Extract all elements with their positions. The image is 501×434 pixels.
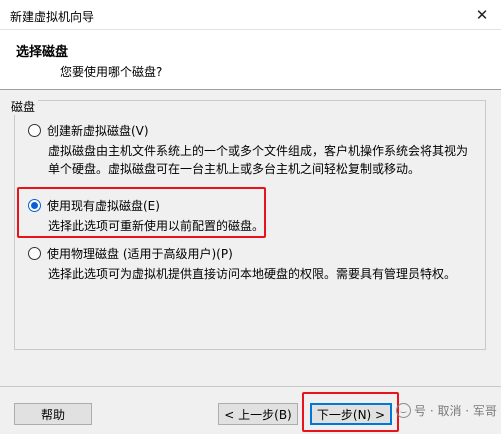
close-icon: ✕ xyxy=(475,6,489,24)
back-button[interactable]: < 上一步(B) xyxy=(218,403,298,425)
radio-use-existing-disk[interactable] xyxy=(28,199,41,212)
option-create-new-disk-desc: 虚拟磁盘由主机文件系统上的一个或多个文件组成，客户机操作系统会将其视为 单个硬盘… xyxy=(48,142,468,178)
desc-line: 选择此选项可为虚拟机提供直接访问本地硬盘的权限。需要具有管理员特权。 xyxy=(48,267,457,281)
option-physical-disk-desc: 选择此选项可为虚拟机提供直接访问本地硬盘的权限。需要具有管理员特权。 xyxy=(48,265,456,283)
next-button[interactable]: 下一步(N) > xyxy=(310,403,392,425)
footer-divider xyxy=(0,386,501,387)
watermark: 号 · 取消 · 军哥 xyxy=(396,402,497,419)
disk-group-label: 磁盘 xyxy=(8,98,39,115)
page-title: 选择磁盘 xyxy=(16,45,69,60)
radio-create-new-disk[interactable] xyxy=(28,124,41,137)
option-use-existing-disk[interactable]: 使用现有虚拟磁盘(E) xyxy=(28,197,160,214)
option-use-existing-disk-desc: 选择此选项可重新使用以前配置的磁盘。 xyxy=(48,217,264,235)
radio-physical-disk[interactable] xyxy=(28,247,41,260)
watermark-text: 号 · 取消 · 军哥 xyxy=(414,404,497,418)
desc-line: 选择此选项可重新使用以前配置的磁盘。 xyxy=(48,219,265,233)
close-button[interactable]: ✕ xyxy=(471,4,493,26)
desc-line: 虚拟磁盘由主机文件系统上的一个或多个文件组成，客户机操作系统会将其视为 xyxy=(48,144,469,158)
option-create-new-disk-label: 创建新虚拟磁盘(V) xyxy=(47,124,149,138)
page-subtitle: 您要使用哪个磁盘? xyxy=(60,65,163,79)
wizard-header: 选择磁盘 您要使用哪个磁盘? xyxy=(0,30,501,90)
window-title: 新建虚拟机向导 xyxy=(10,10,95,24)
desc-line: 单个硬盘。虚拟磁盘可在一台主机上或多台主机之间轻松复制或移动。 xyxy=(48,162,421,176)
help-button[interactable]: 帮助 xyxy=(14,403,92,425)
option-physical-disk[interactable]: 使用物理磁盘 (适用于高级用户)(P) xyxy=(28,245,233,262)
radio-dot xyxy=(31,202,38,209)
option-use-existing-disk-label: 使用现有虚拟磁盘(E) xyxy=(47,199,160,213)
title-bar: 新建虚拟机向导 ✕ xyxy=(0,0,501,30)
wechat-icon xyxy=(396,403,411,418)
option-create-new-disk[interactable]: 创建新虚拟磁盘(V) xyxy=(28,122,149,139)
option-physical-disk-label: 使用物理磁盘 (适用于高级用户)(P) xyxy=(47,247,233,261)
